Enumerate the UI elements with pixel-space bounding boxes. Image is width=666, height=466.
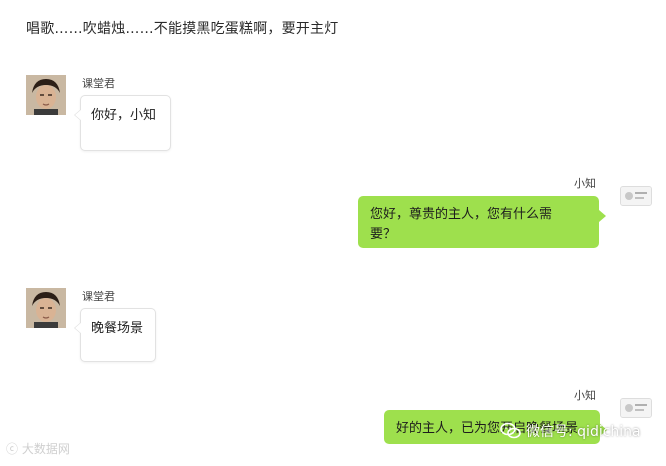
message-text: 晚餐场景	[91, 321, 144, 336]
bot-avatar[interactable]	[620, 186, 652, 206]
sender-name: 小知	[574, 177, 596, 190]
watermark-left: ⓒ 大数据网	[6, 442, 70, 456]
user-avatar[interactable]	[26, 288, 66, 328]
watermark-right-text: 微信号: qidichina	[526, 424, 641, 440]
sender-name: 小知	[574, 389, 596, 402]
message-text-line: 您好，尊贵的主人，您有什么需	[370, 207, 553, 222]
incoming-message-bubble[interactable]: 你好，小知	[74, 95, 171, 151]
bot-avatar[interactable]	[620, 398, 652, 418]
incoming-message-bubble[interactable]: 晚餐场景	[74, 308, 156, 362]
outgoing-message-bubble[interactable]: 您好，尊贵的主人，您有什么需 要？	[358, 196, 606, 248]
watermark-right: 微信号: qidichina	[500, 418, 641, 444]
caption-text: 唱歌……吹蜡烛……不能摸黑吃蛋糕啊，要开主灯	[26, 21, 339, 37]
message-text: 你好，小知	[91, 108, 157, 123]
sender-name: 课堂君	[82, 77, 115, 90]
user-avatar[interactable]	[26, 75, 66, 115]
wechat-icon	[500, 422, 522, 440]
message-text-line: 要？	[370, 227, 397, 242]
sender-name: 课堂君	[82, 290, 115, 303]
